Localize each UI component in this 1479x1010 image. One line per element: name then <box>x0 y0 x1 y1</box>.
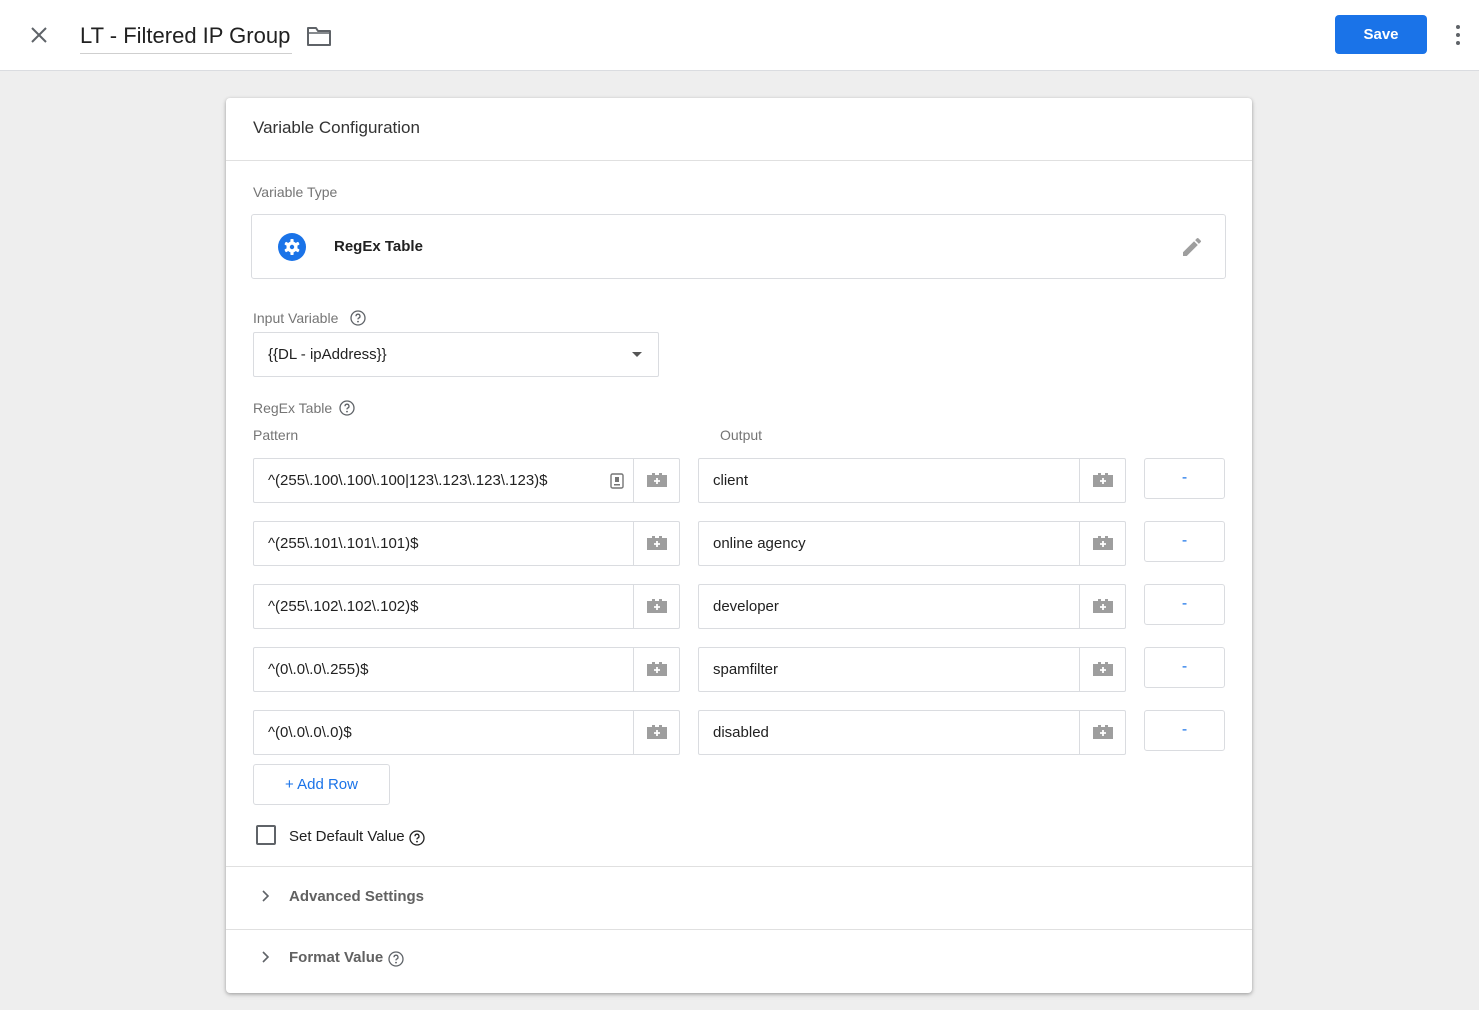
remove-row-button[interactable]: - <box>1144 584 1225 625</box>
insert-variable-button[interactable] <box>1079 522 1125 565</box>
insert-variable-button[interactable] <box>633 585 679 628</box>
output-input[interactable]: online agency <box>698 521 1126 566</box>
output-value: developer <box>713 598 779 615</box>
output-value: disabled <box>713 724 769 741</box>
chevron-right-icon <box>260 950 272 964</box>
output-header: Output <box>720 427 763 443</box>
format-value-label: Format Value <box>289 949 384 966</box>
pattern-value: ^(0\.0\.0\.255)$ <box>268 661 369 678</box>
help-icon[interactable] <box>350 310 366 326</box>
pattern-input[interactable]: ^(255\.100\.100\.100|123\.123\.123\.123)… <box>253 458 680 503</box>
chevron-right-icon <box>260 889 272 903</box>
add-row-button[interactable]: + Add Row <box>253 764 390 805</box>
gear-icon <box>278 233 306 261</box>
variable-type-selector[interactable]: RegEx Table <box>251 214 1226 279</box>
insert-variable-button[interactable] <box>1079 648 1125 691</box>
insert-variable-button[interactable] <box>1079 459 1125 502</box>
folder-icon[interactable] <box>306 24 332 48</box>
variable-configuration-card: Variable Configuration Variable Type Reg… <box>226 98 1252 993</box>
variable-type-name: RegEx Table <box>334 238 423 255</box>
default-value-label: Set Default Value <box>289 828 405 845</box>
pattern-value: ^(255\.101\.101\.101)$ <box>268 535 419 552</box>
insert-variable-button[interactable] <box>1079 585 1125 628</box>
pattern-input[interactable]: ^(0\.0\.0\.255)$ <box>253 647 680 692</box>
input-variable-value: {{DL - ipAddress}} <box>268 346 387 363</box>
pattern-value: ^(255\.102\.102\.102)$ <box>268 598 419 615</box>
close-icon[interactable] <box>26 22 52 48</box>
more-vert-icon[interactable] <box>1448 22 1468 48</box>
insert-variable-button[interactable] <box>633 459 679 502</box>
advanced-settings-label: Advanced Settings <box>289 888 425 905</box>
pattern-input[interactable]: ^(255\.101\.101\.101)$ <box>253 521 680 566</box>
output-input[interactable]: spamfilter <box>698 647 1126 692</box>
pattern-input[interactable]: ^(0\.0\.0\.0)$ <box>253 710 680 755</box>
input-variable-label: Input Variable <box>253 310 339 326</box>
save-button[interactable]: Save <box>1335 15 1427 54</box>
insert-variable-button[interactable] <box>1079 711 1125 754</box>
remove-row-button[interactable]: - <box>1144 521 1225 562</box>
format-value-section[interactable]: Format Value <box>226 930 1252 990</box>
remove-row-button[interactable]: - <box>1144 647 1225 688</box>
chevron-down-icon <box>632 352 642 357</box>
output-value: client <box>713 472 749 489</box>
document-icon[interactable] <box>610 473 624 489</box>
title-input[interactable]: LT - Filtered IP Group <box>80 20 293 54</box>
help-icon[interactable] <box>339 400 355 416</box>
pattern-value: ^(255\.100\.100\.100|123\.123\.123\.123)… <box>268 472 548 489</box>
page-title: LT - Filtered IP Group <box>80 23 291 48</box>
output-input[interactable]: developer <box>698 584 1126 629</box>
remove-row-button[interactable]: - <box>1144 458 1225 499</box>
output-input[interactable]: client <box>698 458 1126 503</box>
help-icon[interactable] <box>409 830 425 846</box>
pattern-header: Pattern <box>253 427 299 443</box>
variable-type-label: Variable Type <box>253 184 338 200</box>
regex-table-label: RegEx Table <box>253 400 333 416</box>
top-bar: LT - Filtered IP Group Save <box>0 0 1479 71</box>
output-value: spamfilter <box>713 661 779 678</box>
output-input[interactable]: disabled <box>698 710 1126 755</box>
input-variable-select[interactable]: {{DL - ipAddress}} <box>253 332 659 377</box>
help-icon[interactable] <box>388 951 404 967</box>
insert-variable-button[interactable] <box>633 711 679 754</box>
card-header: Variable Configuration <box>226 98 1252 161</box>
advanced-settings-section[interactable]: Advanced Settings <box>226 867 1252 927</box>
remove-row-button[interactable]: - <box>1144 710 1225 751</box>
pencil-icon[interactable] <box>1180 235 1204 259</box>
pattern-input[interactable]: ^(255\.102\.102\.102)$ <box>253 584 680 629</box>
insert-variable-button[interactable] <box>633 522 679 565</box>
output-value: online agency <box>713 535 806 552</box>
default-value-checkbox[interactable] <box>256 825 276 845</box>
card-title: Variable Configuration <box>253 118 420 137</box>
pattern-value: ^(0\.0\.0\.0)$ <box>268 724 352 741</box>
insert-variable-button[interactable] <box>633 648 679 691</box>
